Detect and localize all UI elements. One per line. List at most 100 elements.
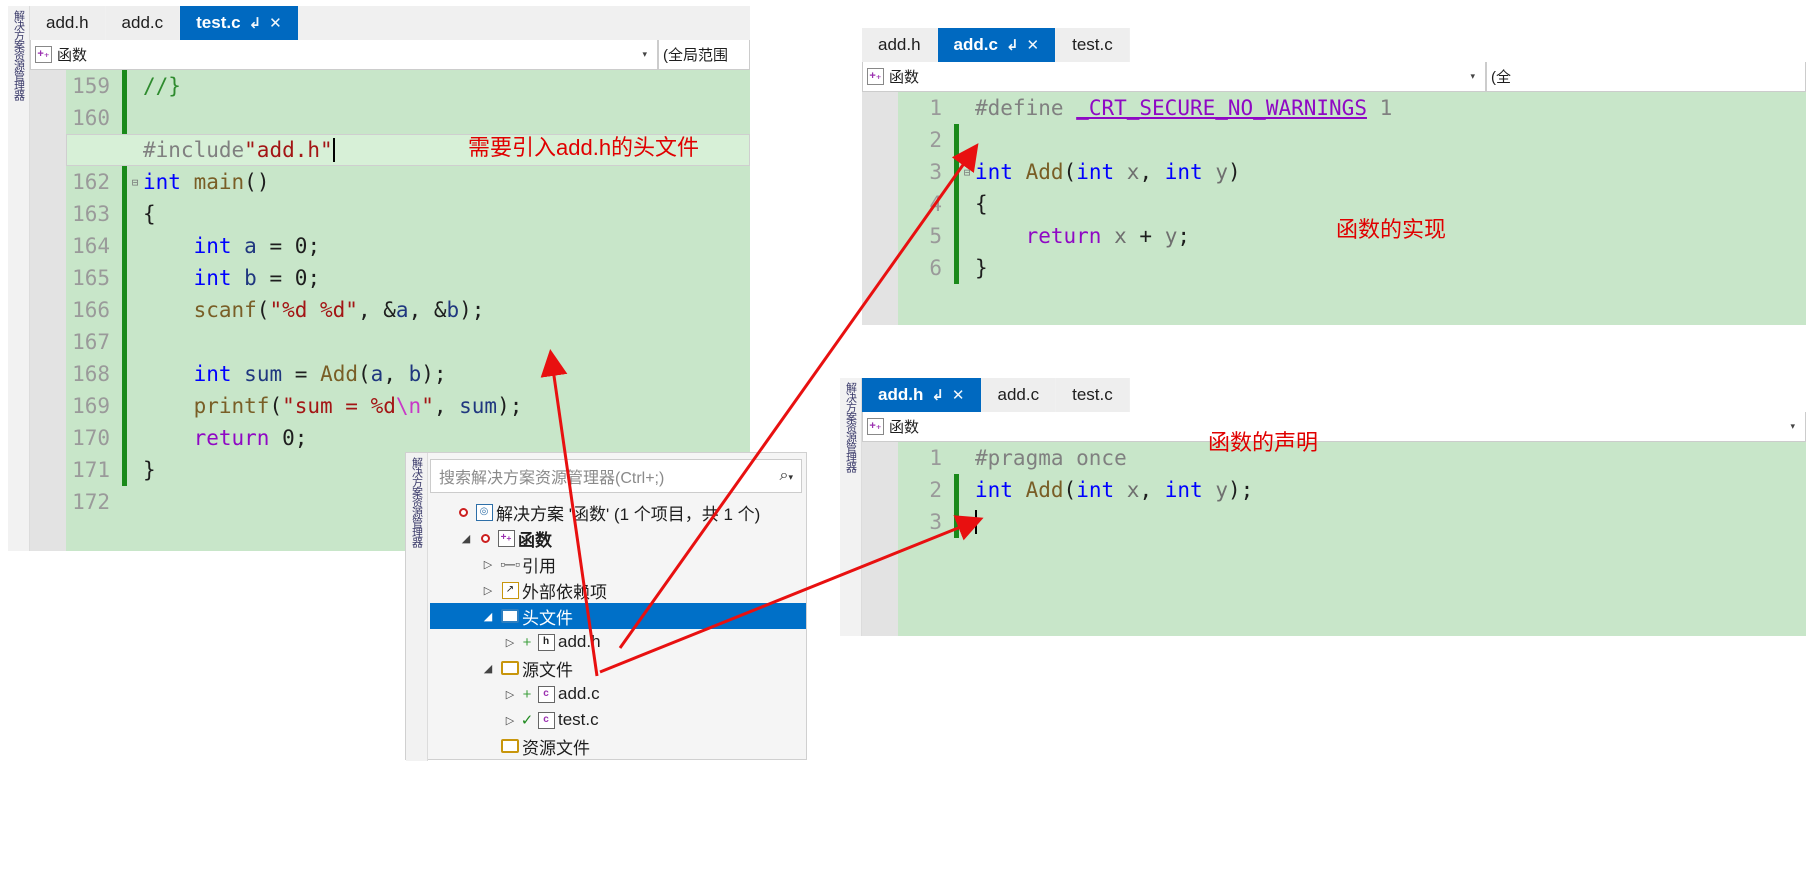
nav-member-dropdown-addc[interactable]: (全: [1486, 62, 1806, 92]
annotation-function-declaration: 函数的声明: [1208, 430, 1319, 455]
tab-add-h[interactable]: add.h: [30, 6, 106, 40]
tab-label: add.h: [46, 13, 89, 32]
tab-label: test.c: [196, 13, 241, 32]
code-line: 159 //}: [30, 70, 750, 102]
code-line: 5 return x + y;: [862, 220, 1806, 252]
pin-icon[interactable]: ↲: [931, 386, 944, 404]
code-text: printf("sum = %d\n", sum);: [193, 394, 523, 418]
nav-scope-dropdown-addh[interactable]: +₊ 函数 ▾: [862, 412, 1806, 442]
line-number: 3: [929, 510, 942, 534]
chevron-down-icon[interactable]: ◢: [456, 532, 476, 545]
tree-item-add.c[interactable]: ▷ + c add.c: [430, 681, 806, 707]
screenshot-root: 解决方案资源管理器 add.h add.c test.c ↲ ✕ +₊ 函数 ▾…: [0, 0, 1806, 896]
chevron-right-icon[interactable]: ▷: [478, 558, 498, 571]
chevron-right-icon[interactable]: ▷: [500, 714, 520, 727]
tree-item-label: 头文件: [522, 608, 573, 628]
code-line: 1 #define _CRT_SECURE_NO_WARNINGS 1: [862, 92, 1806, 124]
solution-explorer-tree: ◎ 解决方案 '函数' (1 个项目，共 1 个) ◢ + + 函数 ▷ ▫─▫ 引用 ▷ ↗ 外部依…: [406, 495, 806, 759]
tab-test-c[interactable]: test.c: [1056, 378, 1130, 412]
tab-label: test.c: [1072, 385, 1113, 404]
tab-label: add.c: [121, 13, 164, 32]
line-number: 162: [72, 170, 110, 194]
chevron-down-icon[interactable]: ▾: [642, 49, 647, 60]
change-bar: [954, 252, 959, 284]
tree-item-函数[interactable]: ◢ + + 函数: [430, 525, 806, 551]
code-line: 3: [862, 506, 1806, 538]
close-icon[interactable]: ✕: [269, 14, 282, 32]
tab-label: add.h: [878, 385, 924, 404]
tab-test-c[interactable]: test.c: [1056, 28, 1130, 62]
pending-changes-dot-icon: [454, 507, 472, 517]
tree-item-源文件[interactable]: ◢ 源文件: [430, 655, 806, 681]
dock-strip-se-label: 解决方案资源管理器: [410, 457, 423, 547]
added-file-badge-icon: +: [522, 633, 532, 651]
chevron-right-icon[interactable]: ▷: [500, 636, 520, 649]
tree-item-add.h[interactable]: ▷ + h add.h: [430, 629, 806, 655]
line-number: 1: [929, 446, 942, 470]
chevron-right-icon[interactable]: ▷: [478, 584, 498, 597]
code-text: #pragma once: [975, 446, 1127, 470]
nav-scope-dropdown-addc[interactable]: +₊ 函数 ▾: [862, 62, 1486, 92]
tabstrip-add-h: add.h ↲ ✕ add.c test.c: [862, 378, 1806, 412]
chevron-down-icon[interactable]: ◢: [478, 610, 498, 623]
tree-item-外部依赖项[interactable]: ▷ ↗ 外部依赖项: [430, 577, 806, 603]
fold-toggle-icon[interactable]: ⊟: [959, 166, 975, 179]
code-text: #include"add.h": [143, 138, 335, 162]
chevron-right-icon[interactable]: ▷: [500, 688, 520, 701]
code-line: 2 int Add(int x, int y);: [862, 474, 1806, 506]
nav-scope-dropdown-left[interactable]: +₊ 函数 ▾: [30, 40, 658, 70]
code-line: 3 ⊟ int Add(int x, int y): [862, 156, 1806, 188]
nav-member-dropdown-left[interactable]: (全局范围: [658, 40, 750, 70]
code-line: 162 ⊟ int main(): [30, 166, 750, 198]
code-area-add-h[interactable]: 1 #pragma once 2 int Add(int x, int y); 3: [862, 442, 1806, 636]
close-icon[interactable]: ✕: [952, 386, 965, 404]
header-files-folder-icon: [498, 609, 522, 623]
tab-add-c[interactable]: add.c: [981, 378, 1057, 412]
chevron-down-icon[interactable]: ▾: [1790, 421, 1795, 432]
tab-add-h[interactable]: add.h ↲ ✕: [862, 378, 982, 412]
change-bar: [122, 390, 127, 422]
code-text: //}: [143, 74, 181, 98]
tab-add-c[interactable]: add.c: [105, 6, 181, 40]
code-line: 170 return 0;: [30, 422, 750, 454]
solution-explorer-search[interactable]: 搜索解决方案资源管理器(Ctrl+;) ⌕▾: [430, 459, 802, 493]
code-text: }: [143, 458, 156, 482]
dock-strip-left[interactable]: 解决方案资源管理器: [8, 6, 30, 551]
tree-item-头文件[interactable]: ◢ 头文件: [430, 603, 806, 629]
code-area-add-c[interactable]: 1 #define _CRT_SECURE_NO_WARNINGS 1 2 3 ⊟ int…: [862, 92, 1806, 325]
pin-icon[interactable]: ↲: [1006, 36, 1019, 54]
tree-item-资源文件[interactable]: 资源文件: [430, 733, 806, 759]
tree-item-引用[interactable]: ▷ ▫─▫ 引用: [430, 551, 806, 577]
chevron-down-icon[interactable]: ▾: [1470, 71, 1475, 82]
close-icon[interactable]: ✕: [1027, 36, 1040, 54]
line-number: 5: [929, 224, 942, 248]
change-bar: [122, 294, 127, 326]
annotation-include-header: 需要引入add.h的头文件: [468, 135, 700, 160]
tab-add-h[interactable]: add.h: [862, 28, 938, 62]
change-bar: [122, 230, 127, 262]
added-file-badge-icon: +: [522, 685, 532, 703]
tabstrip-test-c: add.h add.c test.c ↲ ✕: [30, 6, 750, 40]
tab-label: add.c: [953, 35, 998, 54]
dock-strip-addh[interactable]: 解决方案资源管理器: [840, 378, 862, 636]
line-number: 3: [929, 160, 942, 184]
line-number: 168: [72, 362, 110, 386]
tabstrip-filler: [1129, 378, 1806, 412]
line-number: 164: [72, 234, 110, 258]
tab-add-c[interactable]: add.c ↲ ✕: [937, 28, 1057, 62]
change-bar: [122, 70, 127, 102]
pin-icon[interactable]: ↲: [249, 14, 262, 32]
line-number: 166: [72, 298, 110, 322]
chevron-down-icon[interactable]: ◢: [478, 662, 498, 675]
dock-strip-solution-explorer[interactable]: 解决方案资源管理器: [406, 453, 428, 761]
change-bar: [122, 198, 127, 230]
fold-toggle-icon[interactable]: ⊟: [127, 176, 143, 189]
chevron-down-icon: ▾: [788, 472, 793, 482]
tab-test-c[interactable]: test.c ↲ ✕: [180, 6, 299, 40]
tree-item-test.c[interactable]: ▷ ✓ c test.c: [430, 707, 806, 733]
search-icon[interactable]: ⌕▾: [780, 467, 794, 485]
editor-window-add-c: add.h add.c ↲ ✕ test.c +₊ 函数 ▾ (全 1 #def…: [862, 28, 1806, 325]
tree-item-解决方案 '函数' (1 个项目，共 1 个)[interactable]: ◎ 解决方案 '函数' (1 个项目，共 1 个): [430, 499, 806, 525]
references-icon: ▫─▫: [500, 556, 520, 572]
tree-item-label: 源文件: [522, 660, 573, 680]
